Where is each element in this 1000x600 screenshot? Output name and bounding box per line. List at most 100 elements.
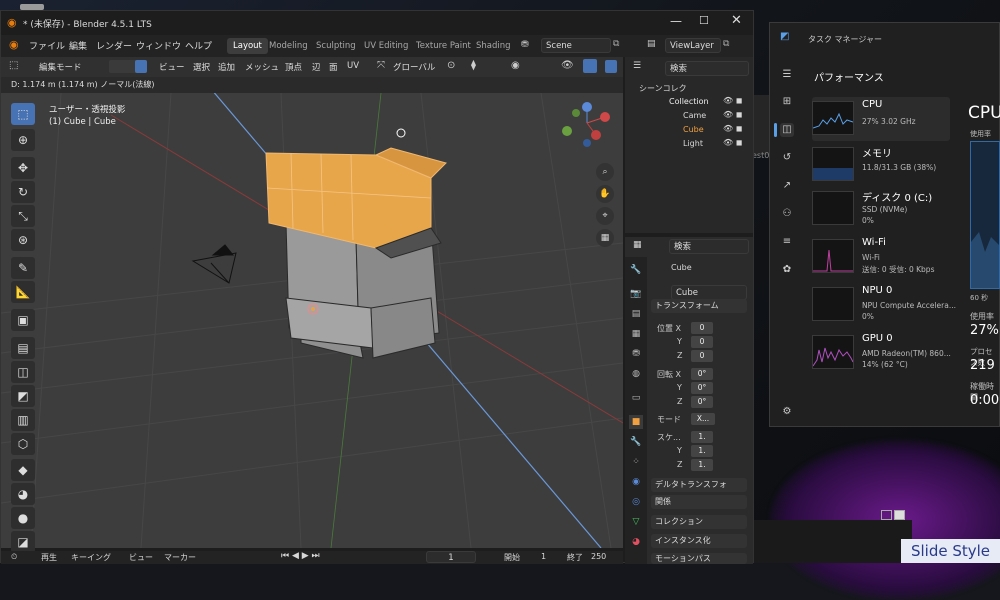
performance-icon[interactable]: ◫ bbox=[780, 123, 794, 137]
face-select-icon[interactable] bbox=[135, 60, 147, 73]
material-tab-icon[interactable]: ◕ bbox=[629, 535, 643, 549]
startup-apps-icon[interactable]: ↗ bbox=[780, 179, 794, 193]
pan-hand-icon[interactable]: ✋ bbox=[596, 185, 614, 203]
timeline-view-menu[interactable]: ビュー bbox=[129, 552, 153, 563]
3d-viewport[interactable]: ユーザー・透視投影 (1) Cube | Cube ⌕ ✋ ⌖ ▦ bbox=[1, 93, 623, 548]
outliner-editor-icon[interactable]: ☰ bbox=[633, 61, 641, 71]
proportional-icon[interactable]: ◉ bbox=[511, 60, 520, 71]
rotation-mode-select[interactable]: X... bbox=[691, 413, 715, 425]
app-history-icon[interactable]: ↺ bbox=[780, 151, 794, 165]
disk-card[interactable]: ディスク 0 (C:) SSD (NVMe) 0% bbox=[812, 187, 950, 231]
orientation-selector[interactable]: グローバル bbox=[393, 61, 435, 73]
scale-z-field[interactable]: 1. bbox=[691, 459, 713, 471]
minimize-button[interactable]: — bbox=[670, 14, 682, 28]
visibility-eye-icon[interactable]: 👁 ◼ bbox=[723, 138, 742, 147]
wifi-card[interactable]: Wi-Fi Wi-Fi 送信: 0 受信: 0 Kbps bbox=[812, 235, 950, 279]
menu-edge[interactable]: 辺 bbox=[312, 61, 321, 73]
visibility-icon[interactable]: 👁 bbox=[561, 60, 574, 71]
gpu-card[interactable]: GPU 0 AMD Radeon(TM) 860... 14% (62 °C) bbox=[812, 331, 951, 375]
bevel-tool-icon[interactable]: ◩ bbox=[11, 385, 35, 407]
object-tab-icon[interactable]: ■ bbox=[629, 415, 643, 429]
cursor-tool-icon[interactable]: ⊕ bbox=[11, 129, 35, 151]
mode-selector[interactable]: 編集モード bbox=[39, 61, 82, 73]
data-tab-icon[interactable]: ▽ bbox=[629, 515, 643, 529]
users-icon[interactable]: ⚇ bbox=[780, 207, 794, 221]
cpu-card[interactable]: CPU 27% 3.02 GHz bbox=[812, 97, 950, 141]
services-icon[interactable]: ✿ bbox=[780, 263, 794, 277]
menu-mesh[interactable]: メッシュ bbox=[245, 61, 279, 73]
marker-menu[interactable]: マーカー bbox=[164, 552, 196, 563]
details-icon[interactable]: ≡ bbox=[780, 235, 794, 249]
hamburger-menu-icon[interactable]: ☰ bbox=[780, 68, 794, 82]
tab-uv-editing[interactable]: UV Editing bbox=[358, 38, 414, 54]
memory-card[interactable]: メモリ 11.8/31.3 GB (38%) bbox=[812, 143, 950, 187]
menu-edit[interactable]: 編集 bbox=[69, 39, 87, 52]
properties-editor-icon[interactable]: ▦ bbox=[633, 240, 642, 250]
spin-tool-icon[interactable]: ◕ bbox=[11, 483, 35, 505]
collection-tab-icon[interactable]: ▭ bbox=[629, 391, 643, 405]
close-button[interactable]: ✕ bbox=[731, 13, 742, 28]
rotation-z-field[interactable]: 0° bbox=[691, 396, 713, 408]
rotation-x-field[interactable]: 0° bbox=[691, 368, 713, 380]
keying-menu[interactable]: キーイング bbox=[71, 552, 111, 563]
copy-icon[interactable]: ⧉ bbox=[723, 39, 729, 49]
scene-field[interactable]: Scene bbox=[541, 38, 611, 53]
knife-tool-icon[interactable]: ⬡ bbox=[11, 433, 35, 455]
view-layer-tab-icon[interactable]: ▦ bbox=[629, 327, 643, 341]
add-cube-tool-icon[interactable]: ▣ bbox=[11, 309, 35, 331]
pin-icon[interactable]: ⧉ bbox=[613, 39, 619, 49]
start-frame-field[interactable]: 1 bbox=[541, 552, 546, 561]
motion-paths-header[interactable]: モーションパス bbox=[651, 553, 747, 564]
perspective-grid-icon[interactable]: ▦ bbox=[596, 229, 614, 247]
scene-tab-icon[interactable]: ⛃ bbox=[629, 347, 643, 361]
menu-vertex[interactable]: 頂点 bbox=[285, 61, 302, 73]
menu-window[interactable]: ウィンドウ bbox=[136, 39, 181, 52]
cube-item[interactable]: Cube bbox=[683, 125, 704, 134]
particles-tab-icon[interactable]: ⁘ bbox=[629, 455, 643, 469]
menu-select[interactable]: 選択 bbox=[193, 61, 210, 73]
maximize-button[interactable]: ☐ bbox=[699, 14, 709, 27]
tab-layout[interactable]: Layout bbox=[227, 38, 268, 54]
camera-item[interactable]: Came bbox=[683, 111, 706, 120]
playback-controls[interactable]: ⏮ ◀ ▶ ⏭ bbox=[281, 551, 320, 561]
inset-tool-icon[interactable]: ◫ bbox=[11, 361, 35, 383]
settings-gear-icon[interactable]: ⚙ bbox=[780, 405, 794, 419]
render-tab-icon[interactable]: 📷 bbox=[629, 287, 643, 301]
smooth-tool-icon[interactable]: ● bbox=[11, 507, 35, 529]
timeline-editor-icon[interactable]: ⏲ bbox=[11, 552, 17, 562]
viewlayer-field[interactable]: ViewLayer bbox=[665, 38, 721, 53]
scale-tool-icon[interactable]: ⤡ bbox=[11, 205, 35, 227]
collection-item[interactable]: Collection bbox=[669, 97, 709, 106]
extrude-tool-icon[interactable]: ▤ bbox=[11, 337, 35, 359]
tool-tab-icon[interactable]: 🔧 bbox=[629, 263, 643, 277]
visibility-eye-icon[interactable]: 👁 ◼ bbox=[723, 110, 742, 119]
select-box-tool-icon[interactable]: ⬚ bbox=[11, 103, 35, 125]
poly-build-tool-icon[interactable]: ◆ bbox=[11, 459, 35, 481]
visibility-eye-icon[interactable]: 👁 ◼ bbox=[723, 124, 742, 133]
viewlayer-icon[interactable]: ▤ bbox=[647, 39, 656, 49]
menu-help[interactable]: ヘルプ bbox=[185, 39, 212, 52]
menu-uv[interactable]: UV bbox=[347, 61, 359, 71]
tab-sculpting[interactable]: Sculpting bbox=[310, 38, 362, 54]
visibility-eye-icon[interactable]: 👁 ◼ bbox=[723, 96, 742, 105]
measure-tool-icon[interactable]: 📐 bbox=[11, 281, 35, 303]
rotate-tool-icon[interactable]: ↻ bbox=[11, 181, 35, 203]
blender-menu-icon[interactable]: ◉ bbox=[9, 38, 19, 51]
data-name-field[interactable]: Cube bbox=[671, 285, 747, 300]
tab-texture-paint[interactable]: Texture Paint bbox=[410, 38, 477, 54]
snap-icon[interactable]: ⧫ bbox=[471, 60, 476, 71]
menu-view[interactable]: ビュー bbox=[159, 61, 185, 73]
location-z-field[interactable]: 0 bbox=[691, 350, 713, 362]
instancing-header[interactable]: インスタンス化 bbox=[651, 534, 747, 548]
world-tab-icon[interactable]: ◍ bbox=[629, 367, 643, 381]
transform-tool-icon[interactable]: ⊛ bbox=[11, 229, 35, 251]
outliner-search[interactable]: 検索 bbox=[665, 61, 749, 76]
modifier-tab-icon[interactable]: 🔧 bbox=[629, 435, 643, 449]
transform-panel-header[interactable]: トランスフォーム bbox=[651, 299, 747, 313]
scale-x-field[interactable]: 1. bbox=[691, 431, 713, 443]
processes-icon[interactable]: ⊞ bbox=[780, 95, 794, 109]
current-frame-field[interactable]: 1 bbox=[426, 551, 476, 563]
playback-menu[interactable]: 再生 bbox=[41, 552, 57, 563]
gizmo-toggle-icon[interactable] bbox=[583, 59, 597, 73]
npu-card[interactable]: NPU 0 NPU Compute Accelera... 0% bbox=[812, 283, 956, 327]
